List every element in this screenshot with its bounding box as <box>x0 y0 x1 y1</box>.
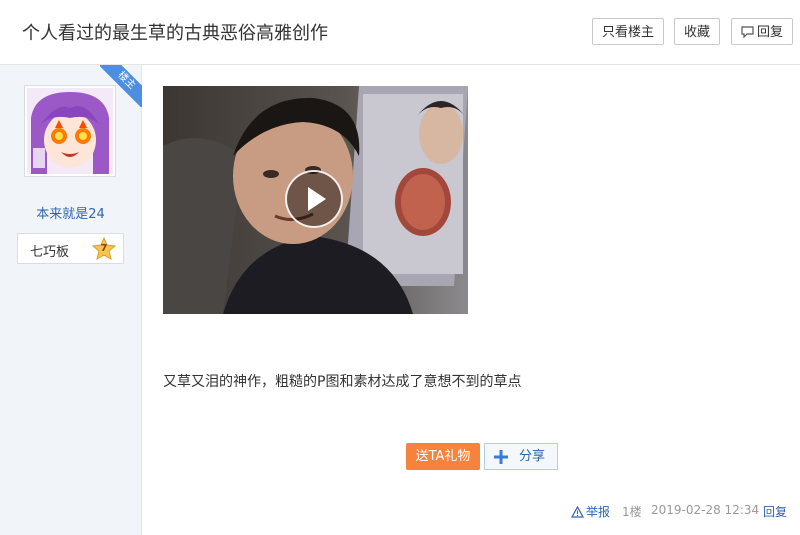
thread-header: 个人看过的最生草的古典恶俗高雅创作 只看楼主 收藏 回复 <box>0 0 800 65</box>
post-reply-link[interactable]: 回复 <box>763 503 787 520</box>
reply-button[interactable]: 回复 <box>731 18 793 45</box>
level-name: 七巧板 <box>30 245 70 260</box>
comment-icon <box>741 26 754 39</box>
send-gift-button[interactable]: 送TA礼物 <box>406 443 480 470</box>
floor-number: 1楼 <box>622 505 642 519</box>
warning-icon <box>570 505 585 518</box>
avatar[interactable] <box>24 85 116 177</box>
user-level-box[interactable]: 七巧板 7 <box>17 233 124 264</box>
username-link[interactable]: 本来就是24 <box>0 203 141 222</box>
share-button[interactable]: 分享 <box>484 443 558 470</box>
level-number: 7 <box>100 243 108 254</box>
play-icon <box>308 187 326 211</box>
report-link[interactable]: 举报 <box>570 503 611 520</box>
share-label: 分享 <box>519 449 546 464</box>
report-label: 举报 <box>586 505 611 519</box>
only-owner-button[interactable]: 只看楼主 <box>592 18 664 45</box>
avatar-image <box>27 88 113 174</box>
post-content: 又草又泪的神作，粗糙的P图和素材达成了意想不到的草点 <box>163 374 522 390</box>
reply-button-label: 回复 <box>756 25 783 40</box>
post-timestamp: 2019-02-28 12:34 <box>651 503 760 517</box>
level-star-icon: 7 <box>91 236 117 261</box>
favorite-button[interactable]: 收藏 <box>674 18 720 45</box>
plus-icon <box>494 450 508 464</box>
thread-title: 个人看过的最生草的古典恶俗高雅创作 <box>22 23 328 44</box>
play-button[interactable] <box>285 170 343 228</box>
video-player[interactable] <box>163 86 468 314</box>
